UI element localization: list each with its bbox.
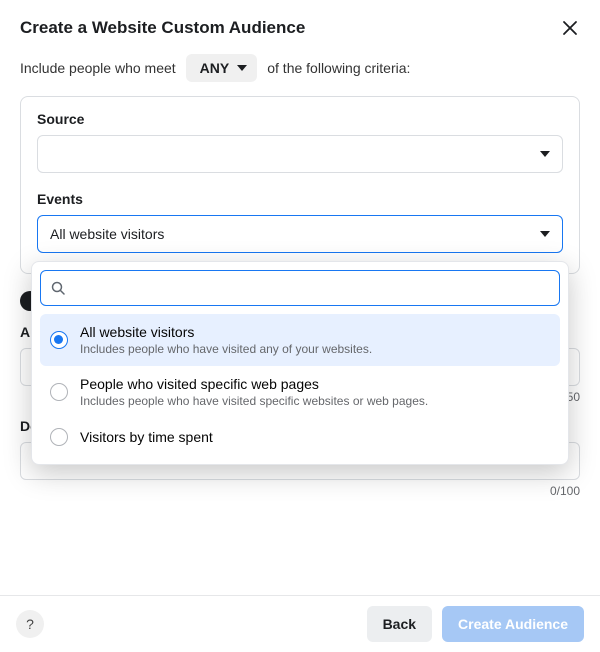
- dialog-footer: ? Back Create Audience: [0, 595, 600, 652]
- create-audience-button[interactable]: Create Audience: [442, 606, 584, 642]
- footer-buttons: Back Create Audience: [367, 606, 584, 642]
- caret-down-icon: [237, 65, 247, 71]
- option-subtitle: Includes people who have visited any of …: [80, 342, 372, 356]
- source-field: Source: [37, 111, 563, 173]
- events-select[interactable]: All website visitors: [37, 215, 563, 253]
- dialog-title: Create a Website Custom Audience: [20, 18, 305, 38]
- radio-icon: [50, 428, 68, 446]
- close-icon: [562, 20, 578, 36]
- help-icon: ?: [26, 616, 34, 632]
- event-option-time-spent[interactable]: Visitors by time spent: [40, 418, 560, 456]
- source-label: Source: [37, 111, 563, 127]
- caret-down-icon: [540, 151, 550, 157]
- dialog-header: Create a Website Custom Audience: [0, 0, 600, 48]
- search-icon: [51, 281, 65, 295]
- criteria-prefix: Include people who meet: [20, 60, 176, 76]
- events-dropdown: All website visitors Includes people who…: [31, 261, 569, 465]
- criteria-panel: Source Events All website visitors All w…: [20, 96, 580, 274]
- close-button[interactable]: [560, 18, 580, 38]
- option-subtitle: Includes people who have visited specifi…: [80, 394, 428, 408]
- radio-icon: [50, 383, 68, 401]
- description-counter: 0/100: [20, 484, 580, 498]
- dropdown-search[interactable]: [40, 270, 560, 306]
- events-label: Events: [37, 191, 563, 207]
- back-button[interactable]: Back: [367, 606, 432, 642]
- criteria-suffix: of the following criteria:: [267, 60, 410, 76]
- source-select[interactable]: [37, 135, 563, 173]
- criteria-mode-selector[interactable]: ANY: [186, 54, 258, 82]
- events-value: All website visitors: [50, 226, 164, 242]
- criteria-mode-value: ANY: [200, 60, 230, 76]
- event-option-all-visitors[interactable]: All website visitors Includes people who…: [40, 314, 560, 366]
- criteria-text: Include people who meet ANY of the follo…: [0, 48, 600, 96]
- event-option-specific-pages[interactable]: People who visited specific web pages In…: [40, 366, 560, 418]
- events-field: Events All website visitors: [37, 191, 563, 253]
- radio-icon: [50, 331, 68, 349]
- option-title: All website visitors: [80, 324, 372, 340]
- caret-down-icon: [540, 231, 550, 237]
- help-button[interactable]: ?: [16, 610, 44, 638]
- option-title: Visitors by time spent: [80, 429, 213, 445]
- option-title: People who visited specific web pages: [80, 376, 428, 392]
- search-input[interactable]: [73, 280, 549, 296]
